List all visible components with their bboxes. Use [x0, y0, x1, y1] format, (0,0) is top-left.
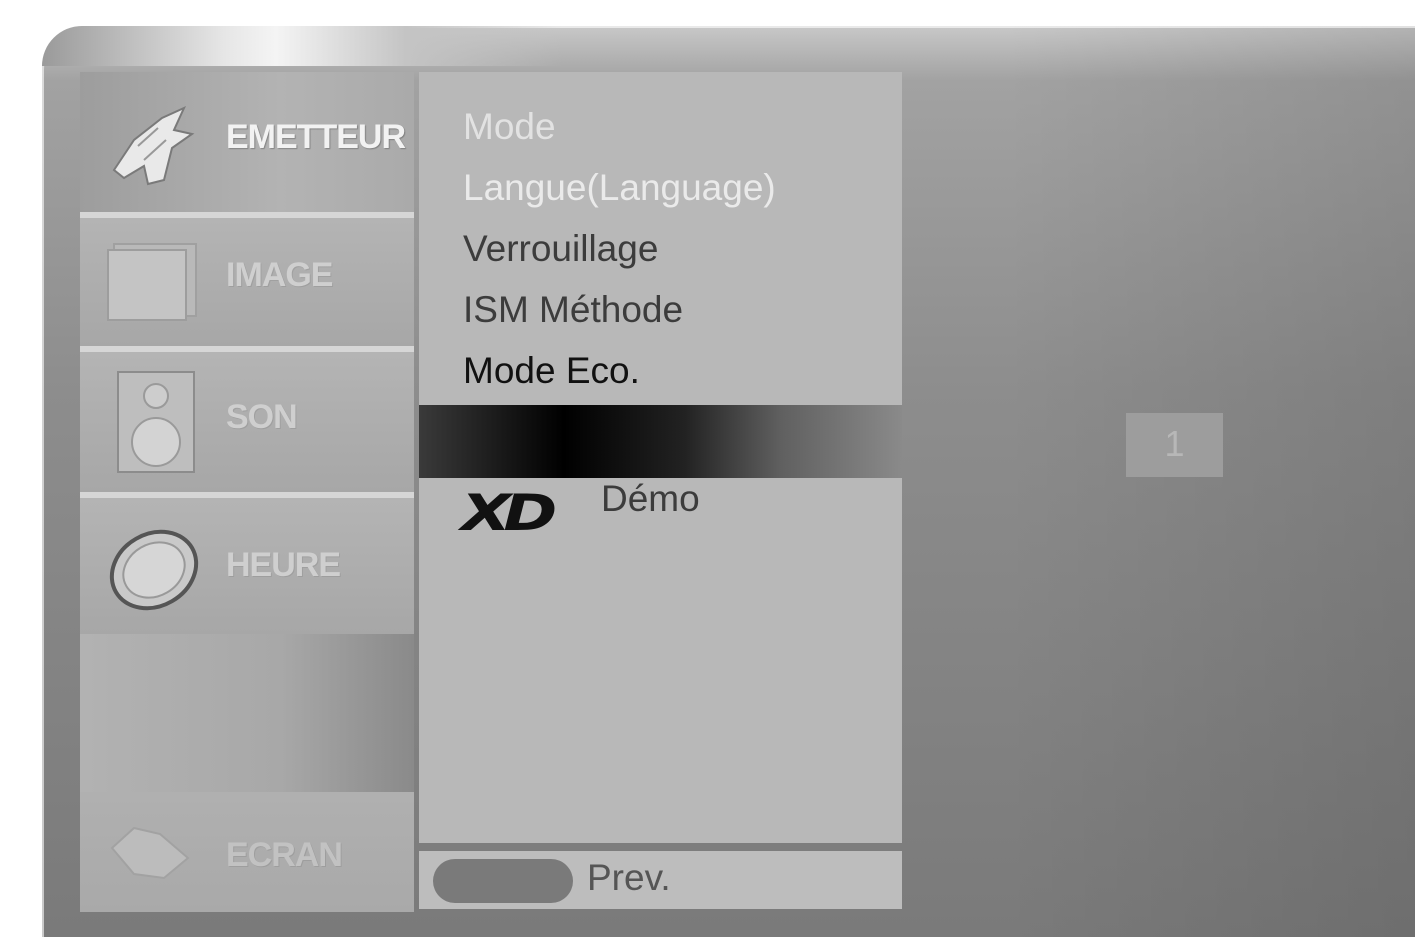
screen-icon [104, 818, 200, 888]
submenu-lower-panel: XD Démo [419, 478, 902, 843]
sidebar-item-heure[interactable]: HEURE [80, 498, 414, 634]
satellite-dish-icon [104, 100, 196, 188]
clock-icon [104, 520, 208, 616]
prev-button-pill[interactable] [433, 859, 573, 903]
sidebar-item-label: HEURE [226, 546, 341, 584]
xd-logo: XD [461, 484, 557, 542]
sidebar-item-label: EMETTEUR [226, 118, 406, 156]
menu-item-langue[interactable]: Langue(Language) [463, 167, 776, 209]
value-box: 1 [1126, 413, 1223, 477]
footer-bar: Prev. [419, 851, 902, 909]
sidebar-spacer [80, 634, 414, 792]
sidebar-item-emetteur[interactable]: EMETTEUR [80, 72, 414, 218]
category-sidebar: EMETTEUR IMAGE SON HEURE ECRAN [80, 72, 414, 912]
sidebar-item-label: SON [226, 398, 298, 436]
sidebar-item-image[interactable]: IMAGE [80, 218, 414, 352]
speaker-icon [104, 366, 200, 478]
selection-highlight-bar[interactable] [419, 405, 902, 478]
menu-item-verrouillage[interactable]: Verrouillage [463, 228, 658, 270]
menu-item-demo[interactable]: Démo [601, 478, 700, 520]
menu-item-mode-eco[interactable]: Mode Eco. [463, 350, 640, 392]
sidebar-item-label: IMAGE [226, 256, 333, 294]
picture-frame-icon [104, 240, 200, 326]
prev-label: Prev. [587, 857, 671, 898]
sidebar-item-son[interactable]: SON [80, 352, 414, 498]
sidebar-item-ecran[interactable]: ECRAN [80, 792, 414, 912]
submenu-panel: Mode Langue(Language) Verrouillage ISM M… [419, 72, 902, 405]
sidebar-item-label: ECRAN [226, 836, 343, 874]
menu-item-ism-methode[interactable]: ISM Méthode [463, 289, 683, 331]
menu-item-mode[interactable]: Mode [463, 106, 556, 148]
